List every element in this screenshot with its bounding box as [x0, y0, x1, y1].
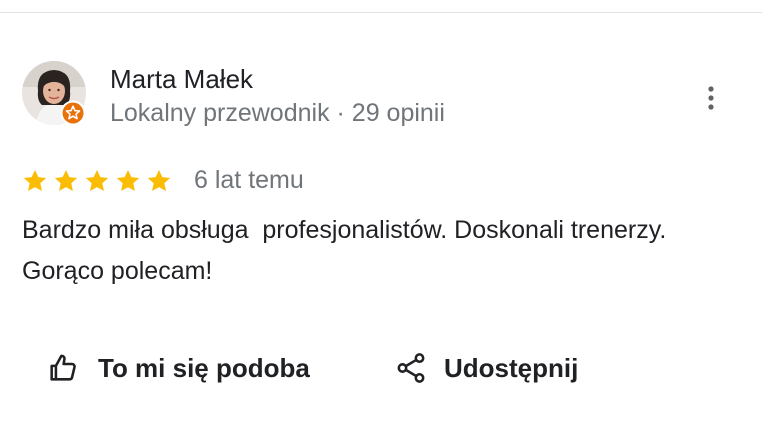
- review-time: 6 lat temu: [194, 166, 304, 194]
- thumb-up-icon: [46, 351, 80, 385]
- star-icon: [23, 169, 47, 191]
- star-icon: [85, 169, 109, 191]
- star-icon: [147, 169, 171, 191]
- share-button-label: Udostępnij: [444, 352, 579, 383]
- share-button[interactable]: Udostępnij: [394, 348, 578, 388]
- author-meta: Lokalny przewodnik · 29 opinii: [110, 99, 445, 127]
- star-rating: [22, 166, 177, 196]
- local-guide-badge-icon: [60, 100, 86, 126]
- top-divider: [0, 12, 762, 13]
- more-vert-icon: [708, 86, 714, 110]
- like-button-label: To mi się podoba: [98, 352, 310, 383]
- author-name[interactable]: Marta Małek: [110, 64, 253, 95]
- more-options-button[interactable]: [696, 82, 726, 114]
- review-text: Bardzo miła obsługa profesjonalistów. Do…: [22, 216, 681, 285]
- share-icon: [394, 351, 428, 385]
- like-button[interactable]: To mi się podoba: [46, 348, 310, 388]
- star-icon: [54, 169, 78, 191]
- star-icon: [116, 169, 140, 191]
